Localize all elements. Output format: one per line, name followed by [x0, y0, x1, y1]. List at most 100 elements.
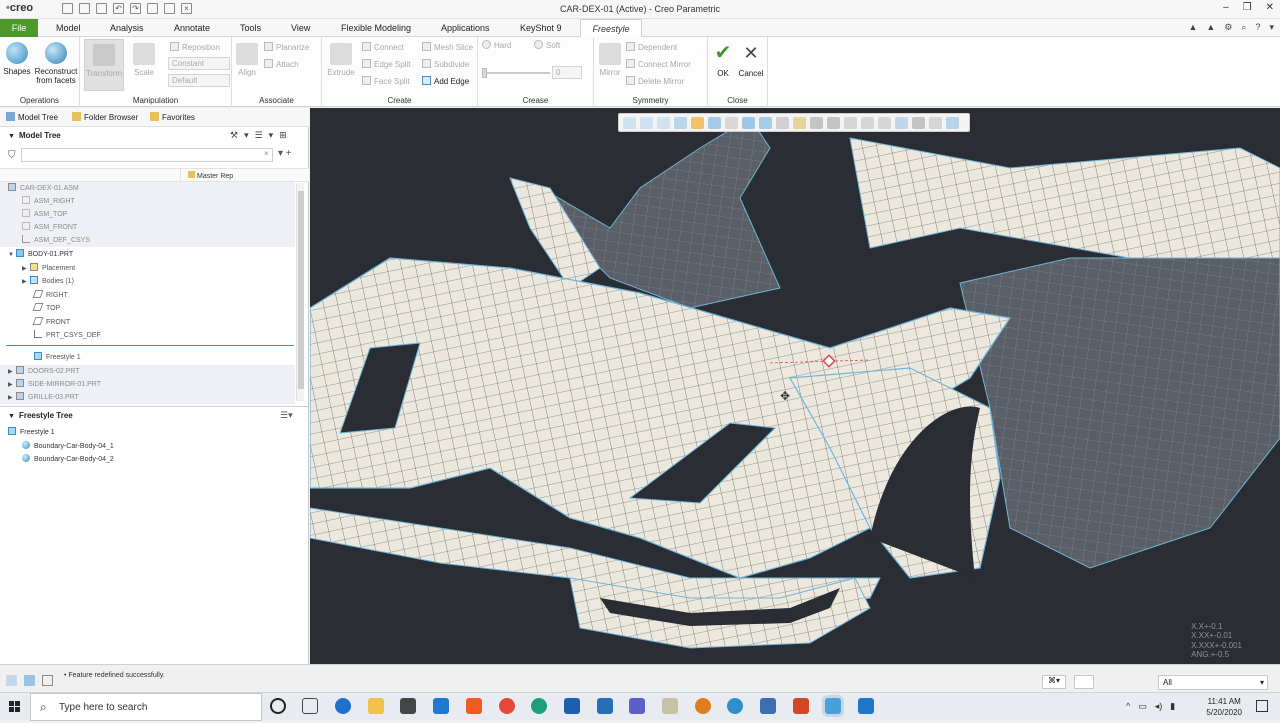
- cortana-icon[interactable]: [270, 698, 286, 714]
- insert-indicator[interactable]: [6, 345, 294, 346]
- appearance-icon[interactable]: [759, 117, 772, 129]
- reconstruct-button[interactable]: Reconstruct from facets: [34, 42, 78, 85]
- find-icon[interactable]: ⌘▾: [1042, 675, 1066, 689]
- tab-keyshot[interactable]: KeyShot 9: [516, 19, 566, 37]
- freestyle-mesh-model[interactable]: ✥: [310, 108, 1280, 664]
- saved-orientations-icon[interactable]: [708, 117, 721, 129]
- dropdown-icon[interactable]: ▾: [1269, 22, 1274, 33]
- store-icon[interactable]: [400, 698, 416, 714]
- manipulation-label[interactable]: Manipulation: [80, 96, 231, 105]
- teams-icon[interactable]: [629, 698, 645, 714]
- edge-icon[interactable]: [335, 698, 351, 714]
- app-monitor-icon[interactable]: [760, 698, 776, 714]
- volume-icon[interactable]: ◂): [1155, 701, 1163, 712]
- battery-icon[interactable]: ▮: [1170, 701, 1175, 712]
- align-button[interactable]: Align: [234, 43, 260, 77]
- mirror-button[interactable]: Mirror: [596, 43, 624, 77]
- tree-search-input[interactable]: [21, 148, 273, 162]
- tab-folder-browser[interactable]: Folder Browser: [72, 112, 138, 122]
- hide-icon[interactable]: [929, 117, 942, 129]
- zoom-out-icon[interactable]: [657, 117, 670, 129]
- selection-filter[interactable]: All ▾: [1158, 675, 1268, 690]
- create-label[interactable]: Create: [322, 96, 477, 105]
- freestyle-item-boundary-2[interactable]: Boundary-Car-Body-04_2: [0, 453, 295, 466]
- file-explorer-icon[interactable]: [368, 698, 384, 714]
- add-edge-button[interactable]: Add Edge: [422, 76, 469, 86]
- network-icon[interactable]: ▭: [1138, 701, 1147, 712]
- maximize-icon[interactable]: ❐: [1243, 2, 1252, 13]
- clear-search-icon[interactable]: ×: [264, 149, 269, 158]
- connect-mirror-button[interactable]: Connect Mirror: [626, 59, 691, 69]
- freestyle-tree-settings-icon[interactable]: ☰▾: [280, 410, 293, 421]
- subdivide-button[interactable]: Subdivide: [422, 59, 469, 69]
- chevron-up-icon[interactable]: ^: [1126, 701, 1130, 712]
- add-filter-icon[interactable]: ▾ +: [278, 148, 292, 159]
- tree-tools[interactable]: ⚒▾☰▾⊞: [230, 130, 293, 141]
- ok-button[interactable]: ✔ OK: [712, 43, 734, 78]
- app-circle-icon[interactable]: [727, 698, 743, 714]
- annotation-display-icon[interactable]: [793, 117, 806, 129]
- close-icon[interactable]: ✕: [1266, 2, 1274, 13]
- tab-file[interactable]: File: [0, 19, 38, 37]
- edge-split-button[interactable]: Edge Split: [362, 59, 410, 69]
- tab-annotate[interactable]: Annotate: [170, 19, 214, 37]
- creo-taskbar-icon[interactable]: [825, 698, 841, 714]
- fit-icon[interactable]: [895, 117, 908, 129]
- tab-model[interactable]: Model: [52, 19, 85, 37]
- help-icon[interactable]: ?: [1255, 22, 1260, 33]
- tree-item-freestyle-1[interactable]: Freestyle 1: [0, 351, 295, 364]
- cancel-button[interactable]: ✕ Cancel: [736, 43, 766, 78]
- shapes-button[interactable]: Shapes: [3, 42, 31, 76]
- attach-button[interactable]: Attach: [264, 59, 299, 69]
- app-window-icon[interactable]: [564, 698, 580, 714]
- crease-slider-handle[interactable]: [482, 68, 487, 78]
- taskbar-search[interactable]: ⌕ Type here to search: [30, 693, 262, 721]
- triangle-icon[interactable]: ▲: [1206, 22, 1215, 33]
- freestyle-item-boundary-1[interactable]: Boundary-Car-Body-04_1: [0, 440, 295, 453]
- perspective-icon[interactable]: [742, 117, 755, 129]
- face-split-button[interactable]: Face Split: [362, 76, 410, 86]
- tree-scrollbar[interactable]: [296, 183, 304, 401]
- message-icon[interactable]: [24, 675, 35, 686]
- dependent-button[interactable]: Dependent: [626, 42, 677, 52]
- delete-mirror-button[interactable]: Delete Mirror: [626, 76, 684, 86]
- view-manager-icon[interactable]: [725, 117, 738, 129]
- search-icon[interactable]: ⌕: [1241, 22, 1246, 33]
- tree-item-asm-right[interactable]: ASM_RIGHT: [0, 195, 295, 208]
- zoom-in-icon[interactable]: [640, 117, 653, 129]
- planarize-button[interactable]: Planarize: [264, 42, 309, 52]
- grid-icon[interactable]: [6, 675, 17, 686]
- crease-slider[interactable]: [484, 72, 550, 74]
- selection-filter-icon[interactable]: [827, 117, 840, 129]
- selection-buffer-icon[interactable]: [1074, 675, 1094, 689]
- tab-favorites[interactable]: Favorites: [150, 112, 195, 122]
- lock-view-icon[interactable]: [946, 117, 959, 129]
- tree-item-top[interactable]: TOP: [0, 302, 295, 315]
- transform-button[interactable]: Transform: [84, 39, 124, 91]
- pause-icon[interactable]: [861, 117, 874, 129]
- collapse-ribbon-icon[interactable]: ▲: [1188, 22, 1197, 33]
- tree-item-doors-prt[interactable]: ▶ DOORS-02.PRT: [0, 365, 295, 378]
- reposition-button[interactable]: Reposition: [170, 42, 220, 52]
- crease-value-input[interactable]: 0: [552, 66, 582, 79]
- settings-icon[interactable]: ⚙: [1224, 22, 1232, 33]
- keyshot-icon[interactable]: [858, 698, 874, 714]
- brave-icon[interactable]: [466, 698, 482, 714]
- taskbar-clock[interactable]: 11:41 AM 5/20/2020: [1206, 696, 1242, 718]
- tab-applications[interactable]: Applications: [437, 19, 494, 37]
- tree-item-front[interactable]: FRONT: [0, 316, 295, 329]
- scroll-thumb[interactable]: [298, 191, 304, 389]
- paint-icon[interactable]: [662, 698, 678, 714]
- app-s-icon[interactable]: [531, 698, 547, 714]
- mesh-slice-button[interactable]: Mesh Slice: [422, 42, 473, 52]
- tree-item-prt-csys-def[interactable]: PRT_CSYS_DEF: [0, 329, 295, 342]
- collapse-icon[interactable]: ▼: [8, 249, 16, 262]
- chrome-icon[interactable]: [499, 698, 515, 714]
- tab-analysis[interactable]: Analysis: [106, 19, 148, 37]
- freestyle-item-root[interactable]: Freestyle 1: [0, 426, 295, 439]
- tab-view[interactable]: View: [287, 19, 314, 37]
- operations-label[interactable]: Operations: [0, 96, 79, 105]
- app-search-icon[interactable]: [597, 698, 613, 714]
- splitter[interactable]: [0, 406, 309, 407]
- notifications-icon[interactable]: [1256, 700, 1268, 712]
